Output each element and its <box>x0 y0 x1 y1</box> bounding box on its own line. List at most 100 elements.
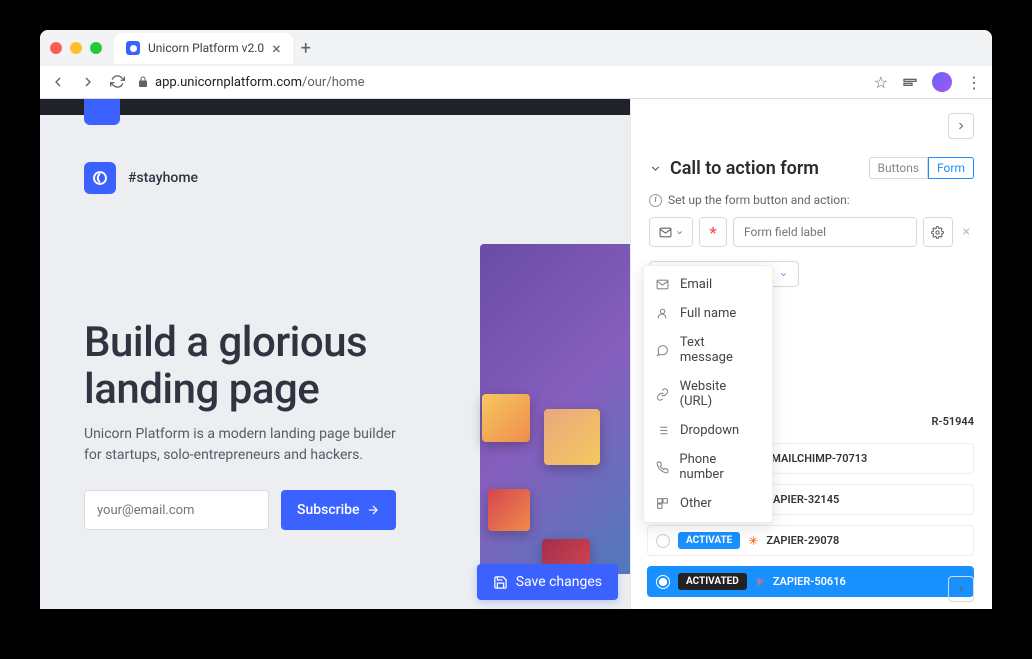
integration-name: ZAPIER-32145 <box>766 493 839 506</box>
panel-header: Call to action form Buttons Form <box>649 157 974 179</box>
field-settings-button[interactable] <box>923 217 953 247</box>
integration-name: ZAPIER-50616 <box>773 575 846 588</box>
dropdown-label: Phone number <box>679 452 760 482</box>
dropdown-item-fullname[interactable]: Full name <box>644 299 772 328</box>
close-icon[interactable]: × <box>272 39 281 58</box>
back-button[interactable] <box>50 74 66 90</box>
toggle-buttons[interactable]: Buttons <box>869 157 929 179</box>
url-display[interactable]: app.unicornplatform.com/our/home <box>137 75 862 90</box>
save-label: Save changes <box>516 574 602 590</box>
list-icon <box>656 424 670 437</box>
help-text-label: Set up the form button and action: <box>668 193 850 207</box>
integration-row[interactable]: ACTIVATED ✳ ZAPIER-50616 <box>647 566 974 597</box>
hero-line-2: landing page <box>84 365 319 414</box>
tab-bar: Unicorn Platform v2.0 × + <box>40 30 992 66</box>
form-field-row: * × <box>649 217 974 247</box>
message-icon <box>656 344 670 357</box>
brand-logo-icon <box>84 162 116 194</box>
window-minimize-icon[interactable] <box>70 42 82 54</box>
editor-panel: Call to action form Buttons Form i Set u… <box>630 99 992 609</box>
toggle-group: Buttons Form <box>869 157 974 179</box>
menu-icon[interactable]: ⋮ <box>966 73 982 92</box>
gear-icon <box>931 226 944 239</box>
integration-partial: R-51944 <box>932 415 974 428</box>
favicon-icon <box>126 41 140 55</box>
navbar-logo-icon <box>84 99 120 125</box>
browser-chrome: Unicorn Platform v2.0 × + app.unicornpla… <box>40 30 992 99</box>
dropdown-label: Other <box>680 496 712 511</box>
user-icon <box>656 307 670 320</box>
new-tab-button[interactable]: + <box>301 38 311 59</box>
content-area: #stayhome Build a glorious landing page … <box>40 99 992 609</box>
brand-block: #stayhome <box>84 162 198 194</box>
lock-icon <box>137 76 149 88</box>
toggle-form[interactable]: Form <box>928 157 974 179</box>
field-type-select[interactable] <box>649 217 693 247</box>
url-domain: app.unicornplatform.com <box>155 75 302 90</box>
profile-avatar-icon[interactable] <box>932 72 952 92</box>
brand-tag: #stayhome <box>128 170 198 186</box>
artwork-card <box>482 394 530 442</box>
field-type-dropdown: Email Full name Text message Website (UR… <box>643 265 773 523</box>
page-preview: #stayhome Build a glorious landing page … <box>40 99 630 609</box>
phone-icon <box>656 461 669 474</box>
reload-button[interactable] <box>110 74 125 90</box>
hero-description: Unicorn Platform is a modern landing pag… <box>84 424 414 466</box>
window-maximize-icon[interactable] <box>90 42 102 54</box>
address-bar: app.unicornplatform.com/our/home ☆ ⋮ <box>40 66 992 98</box>
dropdown-item-dropdown[interactable]: Dropdown <box>644 416 772 445</box>
tab-title: Unicorn Platform v2.0 <box>148 41 264 55</box>
subscribe-button[interactable]: Subscribe <box>281 490 396 530</box>
help-text: i Set up the form button and action: <box>649 193 974 207</box>
hero-line-1: Build a glorious <box>84 318 367 367</box>
dropdown-label: Text message <box>680 335 760 365</box>
dropdown-label: Full name <box>680 306 736 321</box>
window-close-icon[interactable] <box>50 42 62 54</box>
integration-row[interactable]: ACTIVATE ✳ ZAPIER-29078 <box>647 525 974 556</box>
remove-field-button[interactable]: × <box>959 224 974 240</box>
email-input[interactable] <box>84 490 269 530</box>
integration-name: ZAPIER-29078 <box>766 534 839 547</box>
dropdown-label: Website (URL) <box>680 379 760 409</box>
radio-icon[interactable] <box>656 575 670 589</box>
required-toggle[interactable]: * <box>699 217 727 247</box>
traffic-lights <box>50 42 102 54</box>
dropdown-item-other[interactable]: Other <box>644 489 772 518</box>
mail-icon <box>656 278 670 291</box>
forward-button[interactable] <box>80 74 96 90</box>
browser-tab[interactable]: Unicorn Platform v2.0 × <box>114 33 293 64</box>
dropdown-label: Email <box>680 277 712 292</box>
subscribe-form: Subscribe <box>84 490 396 530</box>
panel-next-button-bottom[interactable] <box>948 576 974 602</box>
dropdown-item-textmessage[interactable]: Text message <box>644 328 772 372</box>
panel-title: Call to action form <box>670 158 819 179</box>
artwork-card <box>544 409 600 465</box>
preview-navbar <box>40 99 630 115</box>
info-icon: i <box>649 194 662 207</box>
dropdown-item-phone[interactable]: Phone number <box>644 445 772 489</box>
save-icon <box>493 575 508 590</box>
arrow-right-icon <box>366 503 380 517</box>
extension-icon[interactable] <box>902 74 918 90</box>
integration-icon: ✳ <box>755 575 765 589</box>
mail-icon <box>659 226 672 239</box>
radio-icon[interactable] <box>656 534 670 548</box>
dropdown-label: Dropdown <box>680 423 739 438</box>
star-icon[interactable]: ☆ <box>874 73 888 92</box>
artwork-card <box>488 489 530 531</box>
activate-button[interactable]: ACTIVATE <box>678 532 740 549</box>
other-icon <box>656 497 670 510</box>
panel-next-button[interactable] <box>948 113 974 139</box>
save-button[interactable]: Save changes <box>477 564 618 600</box>
hero-title: Build a glorious landing page <box>84 319 367 413</box>
subscribe-label: Subscribe <box>297 502 360 518</box>
link-icon <box>656 388 670 401</box>
chevron-down-icon[interactable] <box>649 162 662 175</box>
dropdown-item-email[interactable]: Email <box>644 270 772 299</box>
url-path: /our/home <box>302 75 365 90</box>
field-label-input[interactable] <box>733 217 917 247</box>
activate-button[interactable]: ACTIVATED <box>678 573 747 590</box>
dropdown-item-website[interactable]: Website (URL) <box>644 372 772 416</box>
integration-icon: ✳ <box>748 534 758 548</box>
chevron-down-icon <box>675 228 684 237</box>
